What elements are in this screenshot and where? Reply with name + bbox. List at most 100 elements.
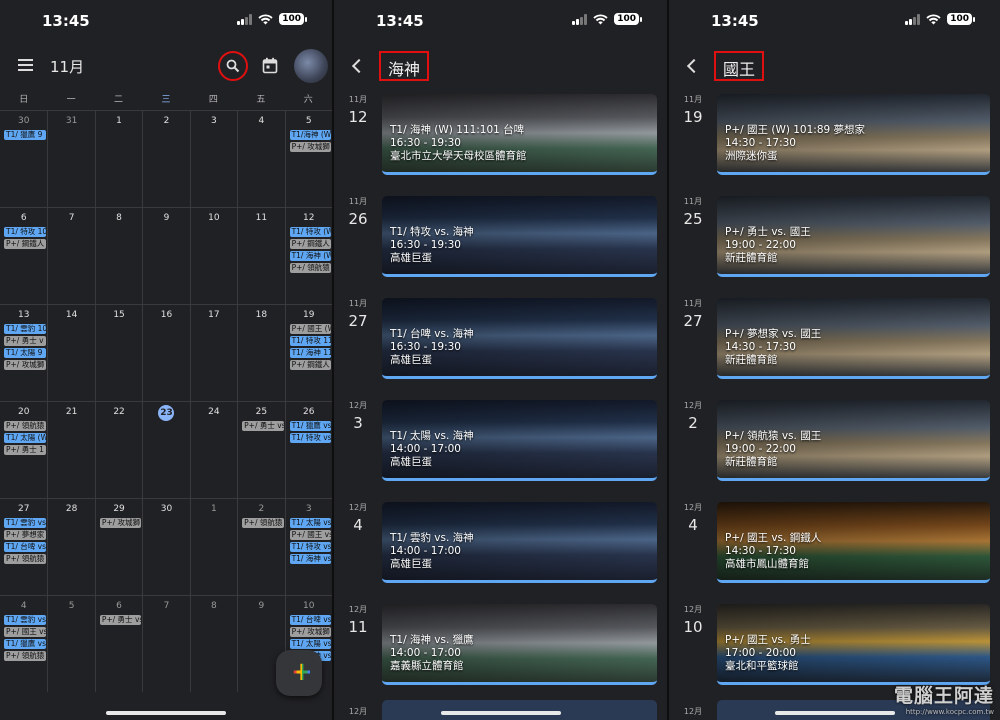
- menu-icon[interactable]: [18, 59, 33, 71]
- event-chip[interactable]: P+/ 國王 vs: [4, 627, 47, 637]
- event-chip[interactable]: T1/ 台啤 vs: [289, 615, 331, 625]
- event-chip[interactable]: T1/ 獵鷹 vs: [4, 639, 47, 649]
- event-chip[interactable]: P+/ 攻城獅: [289, 142, 331, 152]
- result-item[interactable]: 12月 3 T1/ 太陽 vs. 海神 14:00 - 17:00 高雄巨蛋: [334, 396, 667, 496]
- day-cell[interactable]: 15: [94, 305, 142, 401]
- event-chip[interactable]: P+/ 攻城獅: [99, 518, 142, 528]
- day-cell[interactable]: 24: [189, 402, 237, 498]
- result-item[interactable]: 11月 19 P+/ 國王 (W) 101:89 夢想家 14:30 - 17:30 洲…: [669, 90, 1000, 190]
- day-cell[interactable]: 27 T1/ 雲豹 vs P+/ 夢想家 T1/ 台啤 vs P+/ 領航猿: [0, 499, 47, 595]
- event-card[interactable]: P+/ 國王 vs. 鋼鐵人 14:30 - 17:30 高雄市鳳山體育館: [717, 502, 990, 583]
- event-card[interactable]: T1/ 特攻 vs. 海神 16:30 - 19:30 高雄巨蛋: [382, 196, 657, 277]
- event-chip[interactable]: P+/ 勇士 1: [4, 445, 47, 455]
- event-chip[interactable]: T1/ 太陽 vs: [289, 518, 331, 528]
- event-chip[interactable]: P+/ 夢想家: [4, 530, 47, 540]
- result-item[interactable]: 12月 2 P+/ 領航猿 vs. 國王 19:00 - 22:00 新莊體育館: [669, 396, 1000, 496]
- event-chip[interactable]: P+/ 攻城獅: [289, 627, 331, 637]
- day-cell[interactable]: 11: [237, 208, 284, 304]
- event-chip[interactable]: P+/ 領航猿: [289, 263, 331, 273]
- day-cell[interactable]: 6 T1/ 特攻 10 P+/ 鋼鐵人: [0, 208, 47, 304]
- day-cell[interactable]: 26 T1/ 獵鷹 vs T1/ 特攻 vs: [284, 402, 332, 498]
- day-cell[interactable]: 5 T1/海神 (W) P+/ 攻城獅: [284, 111, 332, 207]
- event-chip[interactable]: P+/ 勇士 v: [4, 336, 47, 346]
- event-chip[interactable]: P+/ 勇士 vs: [242, 421, 284, 431]
- day-cell[interactable]: 8: [189, 596, 237, 692]
- day-cell[interactable]: 3 T1/ 太陽 vs P+/ 國王 vs T1/ 特攻 vs T1/ 海神 vs: [284, 499, 332, 595]
- result-item[interactable]: 11月 25 P+/ 勇士 vs. 國王 19:00 - 22:00 新莊體育館: [669, 192, 1000, 292]
- event-card[interactable]: [382, 700, 657, 720]
- event-chip[interactable]: T1/ 台啤 vs: [4, 542, 47, 552]
- search-button[interactable]: [218, 51, 248, 81]
- day-cell[interactable]: 2: [142, 111, 189, 207]
- event-chip[interactable]: T1/ 獵鷹 vs: [289, 421, 331, 431]
- event-card[interactable]: P+/ 國王 (W) 101:89 夢想家 14:30 - 17:30 洲際迷你蛋: [717, 94, 990, 175]
- day-cell[interactable]: 28: [47, 499, 94, 595]
- event-chip[interactable]: T1/ 海神 vs: [289, 554, 331, 564]
- day-cell[interactable]: 30 T1/ 獵鷹 9: [0, 111, 47, 207]
- event-chip[interactable]: P+/ 領航猿: [4, 421, 47, 431]
- event-card[interactable]: T1/ 太陽 vs. 海神 14:00 - 17:00 高雄巨蛋: [382, 400, 657, 481]
- result-item[interactable]: 12月 4 P+/ 國王 vs. 鋼鐵人 14:30 - 17:30 高雄市鳳山體育館: [669, 498, 1000, 598]
- day-cell[interactable]: 23: [142, 402, 189, 498]
- result-item[interactable]: 12月 4 T1/ 雲豹 vs. 海神 14:00 - 17:00 高雄巨蛋: [334, 498, 667, 598]
- event-chip[interactable]: T1/ 獵鷹 9: [4, 130, 47, 140]
- search-query[interactable]: 海神: [379, 51, 430, 81]
- day-cell[interactable]: 18: [237, 305, 284, 401]
- event-chip[interactable]: P+/ 國王 vs: [289, 530, 331, 540]
- day-cell[interactable]: 1: [94, 111, 142, 207]
- day-cell[interactable]: 13 T1/ 雲豹 10 P+/ 勇士 v T1/ 太陽 9 P+/ 攻城獅: [0, 305, 47, 401]
- event-chip[interactable]: P+/ 國王 (W: [289, 324, 331, 334]
- event-chip[interactable]: P+/ 鋼鐵人 9: [289, 360, 331, 370]
- event-chip[interactable]: P+/ 攻城獅: [4, 360, 47, 370]
- event-card[interactable]: P+/ 夢想家 vs. 國王 14:30 - 17:30 新莊體育館: [717, 298, 990, 379]
- event-chip[interactable]: P+/ 領航猿: [4, 651, 47, 661]
- day-cell[interactable]: 9: [142, 208, 189, 304]
- event-chip[interactable]: T1/ 特攻 vs: [289, 542, 331, 552]
- day-cell[interactable]: 10: [189, 208, 237, 304]
- result-item[interactable]: 11月 27 P+/ 夢想家 vs. 國王 14:30 - 17:30 新莊體育館: [669, 294, 1000, 394]
- result-item[interactable]: 12月 11 T1/ 海神 vs. 獵鷹 14:00 - 17:00 嘉義縣立體育館: [334, 600, 667, 700]
- day-cell[interactable]: 17: [189, 305, 237, 401]
- event-chip[interactable]: T1/ 特攻 vs: [289, 433, 331, 443]
- event-chip[interactable]: T1/ 特攻 (W: [289, 227, 331, 237]
- day-cell[interactable]: 29 P+/ 攻城獅: [94, 499, 142, 595]
- day-cell[interactable]: 5: [47, 596, 94, 692]
- event-chip[interactable]: T1/ 太陽 9: [4, 348, 47, 358]
- day-cell[interactable]: 4: [237, 111, 284, 207]
- event-chip[interactable]: P+/ 領航猿: [4, 554, 47, 564]
- day-cell[interactable]: 7: [142, 596, 189, 692]
- event-card[interactable]: T1/ 台啤 vs. 海神 16:30 - 19:30 高雄巨蛋: [382, 298, 657, 379]
- event-chip[interactable]: T1/ 特攻 10: [4, 227, 47, 237]
- event-chip[interactable]: T1/ 雲豹 10: [4, 324, 47, 334]
- month-title[interactable]: 11月: [50, 56, 84, 77]
- day-cell[interactable]: 22: [94, 402, 142, 498]
- event-chip[interactable]: P+/ 領航猿: [242, 518, 284, 528]
- day-cell[interactable]: 8: [94, 208, 142, 304]
- event-card[interactable]: P+/ 領航猿 vs. 國王 19:00 - 22:00 新莊體育館: [717, 400, 990, 481]
- result-item[interactable]: 11月 12 T1/ 海神 (W) 111:101 台啤 16:30 - 19:30 臺…: [334, 90, 667, 190]
- avatar[interactable]: [294, 49, 328, 83]
- day-cell[interactable]: 25 P+/ 勇士 vs: [237, 402, 284, 498]
- back-arrow-icon[interactable]: [350, 58, 362, 72]
- day-cell[interactable]: 7: [47, 208, 94, 304]
- event-chip[interactable]: T1/ 雲豹 vs: [4, 615, 47, 625]
- event-card[interactable]: T1/ 海神 (W) 111:101 台啤 16:30 - 19:30 臺北市立大學…: [382, 94, 657, 175]
- event-chip[interactable]: T1/海神 (W): [289, 130, 331, 140]
- result-item[interactable]: 11月 27 T1/ 台啤 vs. 海神 16:30 - 19:30 高雄巨蛋: [334, 294, 667, 394]
- calendar-today-icon[interactable]: [262, 57, 278, 78]
- search-query[interactable]: 國王: [714, 51, 765, 81]
- event-card[interactable]: P+/ 國王 vs. 勇士 17:00 - 20:00 臺北和平籃球館: [717, 604, 990, 685]
- event-chip[interactable]: P+/ 鋼鐵人: [4, 239, 47, 249]
- create-event-button[interactable]: +: [276, 650, 322, 696]
- event-card[interactable]: T1/ 雲豹 vs. 海神 14:00 - 17:00 高雄巨蛋: [382, 502, 657, 583]
- day-cell[interactable]: 12 T1/ 特攻 (W P+/ 鋼鐵人 T1/ 海神 (W P+/ 領航猿: [284, 208, 332, 304]
- day-cell[interactable]: 19 P+/ 國王 (W T1/ 特攻 11 T1/ 海神 11 P+/ 鋼鐵人 9: [284, 305, 332, 401]
- day-cell[interactable]: 31: [47, 111, 94, 207]
- event-chip[interactable]: T1/ 太陽 (W: [4, 433, 47, 443]
- event-chip[interactable]: T1/ 海神 (W: [289, 251, 331, 261]
- day-cell[interactable]: 21: [47, 402, 94, 498]
- day-cell[interactable]: 14: [47, 305, 94, 401]
- day-cell[interactable]: 16: [142, 305, 189, 401]
- event-chip[interactable]: P+/ 勇士 vs: [99, 615, 142, 625]
- event-chip[interactable]: T1/ 海神 11: [289, 348, 331, 358]
